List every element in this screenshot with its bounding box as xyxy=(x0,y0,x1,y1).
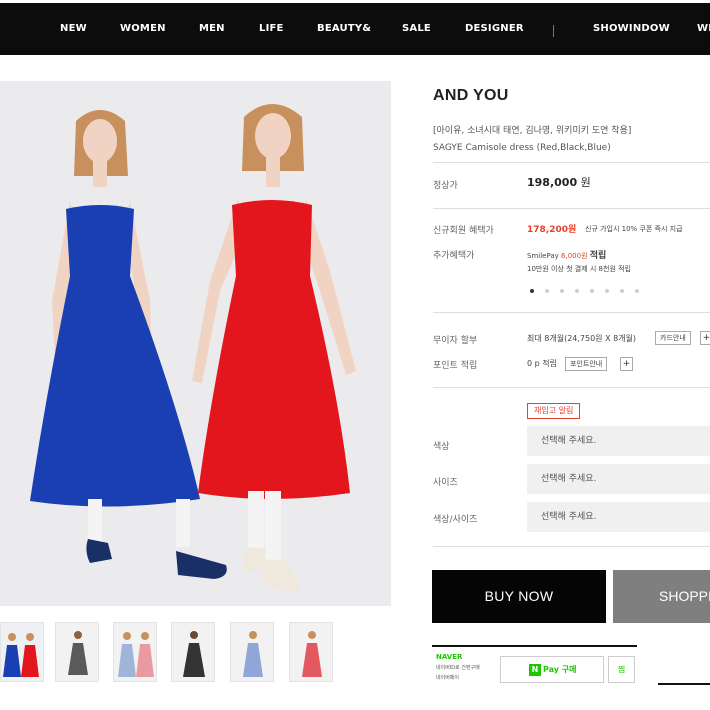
nav-wi[interactable]: WI xyxy=(697,23,710,34)
price-value: 198,000 원 xyxy=(527,176,591,189)
smilepay-line: SmilePay 6,000원 적립 xyxy=(527,251,607,261)
point-info-button[interactable]: 포인트안내 xyxy=(565,357,608,371)
npay-label: Pay 구매 xyxy=(543,665,577,674)
carousel-dot[interactable] xyxy=(635,289,639,293)
card-info-plus-button[interactable]: + xyxy=(700,331,710,345)
nav-life[interactable]: LIFE xyxy=(259,23,284,34)
color-label: 색상 xyxy=(433,442,450,452)
color-size-select[interactable]: 선택해 주세요. xyxy=(527,502,710,532)
point-info-plus-button[interactable]: + xyxy=(620,357,633,371)
carousel-dot[interactable] xyxy=(530,289,534,293)
size-label: 사이즈 xyxy=(433,478,458,488)
color-size-label: 색상/사이즈 xyxy=(433,515,478,525)
card-info-button[interactable]: 카드안내 xyxy=(655,331,691,345)
nav-designer[interactable]: DESIGNER xyxy=(465,23,524,34)
nav-men[interactable]: MEN xyxy=(199,23,225,34)
carousel-dot[interactable] xyxy=(575,289,579,293)
new-member-note: 신규 가입시 10% 쿠폰 즉시 지급 xyxy=(585,225,683,233)
thumbnail-1[interactable] xyxy=(0,622,44,682)
models-illustration xyxy=(0,81,391,606)
product-subtitle: [아이유, 소녀시대 태연, 김나영, 위키미키 도연 착용] xyxy=(433,126,632,136)
nav-new[interactable]: NEW xyxy=(60,23,87,34)
divider xyxy=(433,312,710,313)
buy-now-button[interactable]: BUY NOW xyxy=(432,570,606,623)
nav-beauty[interactable]: BEAUTY& xyxy=(317,23,371,34)
carousel-dot[interactable] xyxy=(620,289,624,293)
naver-divider xyxy=(432,645,637,647)
naver-logo: NAVER xyxy=(436,653,463,661)
naver-text-1: 네이버ID로 간편구매 xyxy=(436,665,480,671)
price-label: 정상가 xyxy=(433,181,458,191)
nav-showindow[interactable]: SHOWINDOW xyxy=(593,23,670,34)
divider xyxy=(433,387,710,388)
point-label: 포인트 적립 xyxy=(433,361,478,371)
thumbnail-4[interactable] xyxy=(171,622,215,682)
corner-divider xyxy=(658,683,710,685)
divider xyxy=(433,546,710,547)
nav-divider xyxy=(553,25,554,37)
carousel-dot[interactable] xyxy=(605,289,609,293)
color-select[interactable]: 선택해 주세요. xyxy=(527,426,710,456)
size-select[interactable]: 선택해 주세요. xyxy=(527,464,710,494)
npay-button[interactable]: N Pay 구매 xyxy=(500,656,604,683)
nav-women[interactable]: WOMEN xyxy=(120,23,166,34)
thumbnail-6[interactable] xyxy=(289,622,333,682)
extra-benefit-label: 추가혜택가 xyxy=(433,251,475,261)
shopping-bag-button[interactable]: SHOPPING BAG xyxy=(613,570,710,623)
new-member-price: 178,200원 xyxy=(527,225,577,235)
installment-label: 무이자 할부 xyxy=(433,336,478,346)
installment-value: 최대 8개월(24,750원 X 8개월) xyxy=(527,334,637,343)
smilepay-note: 10만원 이상 첫 결제 시 8천원 적립 xyxy=(527,265,631,273)
npay-n-icon: N xyxy=(529,664,541,676)
nav-sale[interactable]: SALE xyxy=(402,23,431,34)
product-page: NEW WOMEN MEN LIFE BEAUTY& SALE DESIGNER… xyxy=(0,0,710,710)
brand-name[interactable]: AND YOU xyxy=(433,87,509,105)
wish-button[interactable]: 찜 xyxy=(608,656,635,683)
product-name: SAGYE Camisole dress (Red,Black,Blue) xyxy=(433,143,611,153)
carousel-dot[interactable] xyxy=(545,289,549,293)
top-navigation: NEW WOMEN MEN LIFE BEAUTY& SALE DESIGNER… xyxy=(0,3,710,55)
divider xyxy=(433,208,710,209)
product-main-image xyxy=(0,81,391,606)
restock-alert-button[interactable]: 재입고 알림 xyxy=(527,403,581,419)
new-member-label: 신규회원 혜택가 xyxy=(433,226,494,236)
point-value: 0 p 적립 xyxy=(527,359,557,368)
thumbnail-3[interactable] xyxy=(113,622,157,682)
divider xyxy=(433,162,710,163)
thumbnail-strip xyxy=(0,622,391,682)
carousel-dot[interactable] xyxy=(560,289,564,293)
carousel-dot[interactable] xyxy=(590,289,594,293)
thumbnail-2[interactable] xyxy=(55,622,99,682)
thumbnail-5[interactable] xyxy=(230,622,274,682)
naver-text-2: 네이버페이 xyxy=(436,675,460,681)
